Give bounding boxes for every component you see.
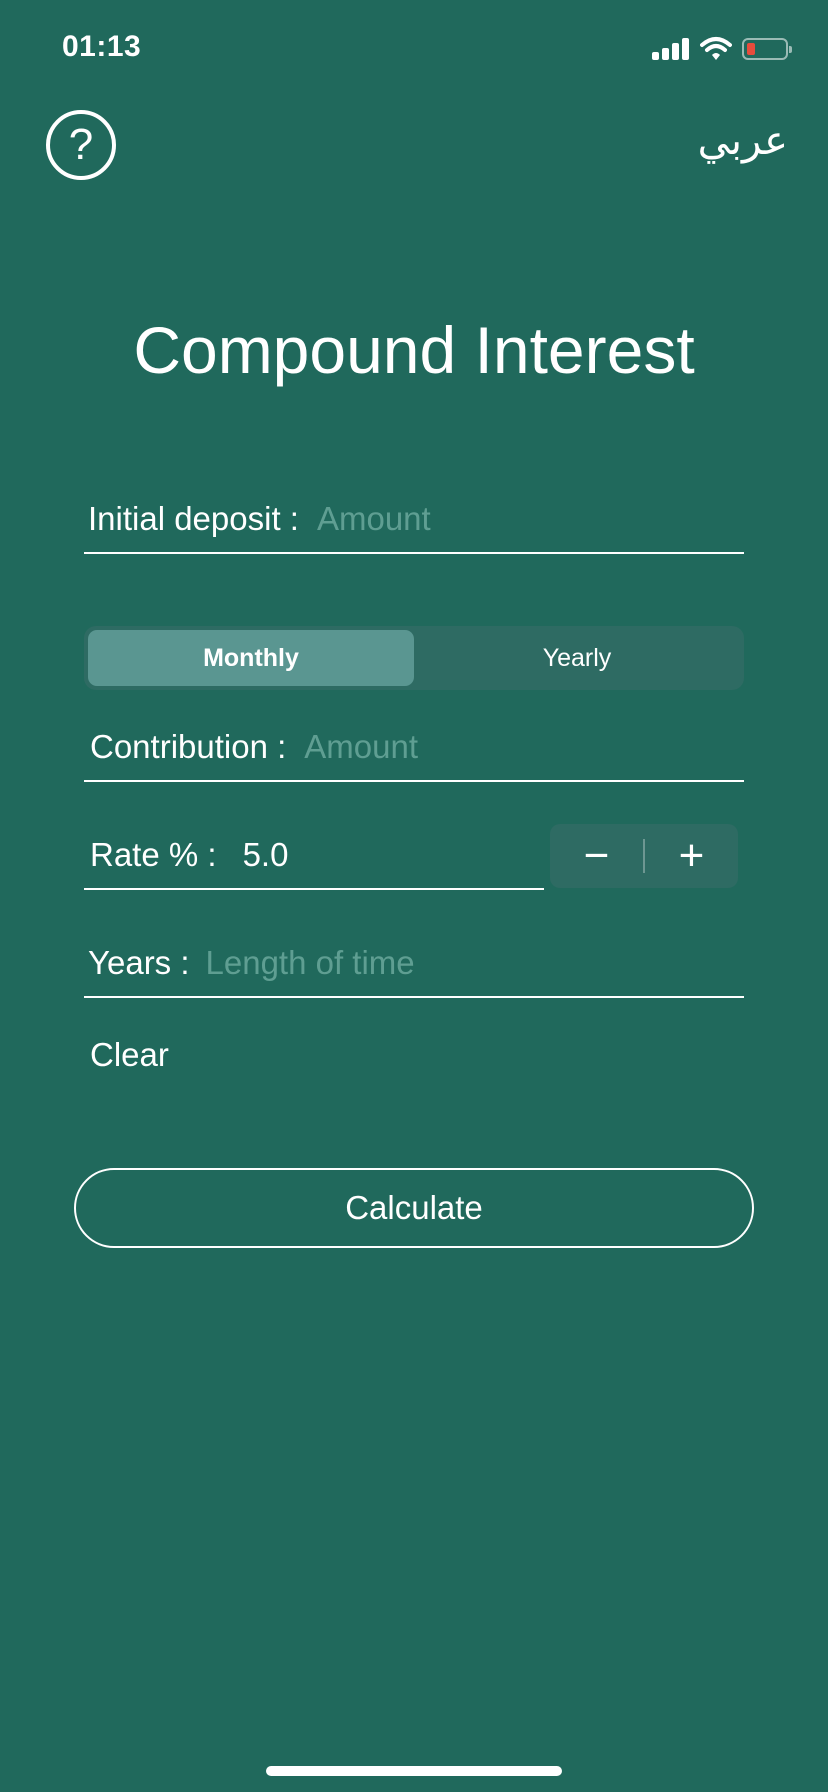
- decrement-button[interactable]: −: [550, 824, 643, 888]
- question-mark-circle-icon: ?: [68, 120, 94, 169]
- help-button[interactable]: ?: [46, 110, 116, 180]
- years-field[interactable]: Years : Length of time: [84, 930, 744, 998]
- frequency-segmented-control[interactable]: Monthly Yearly: [84, 626, 744, 690]
- battery-low-icon: [742, 38, 792, 60]
- page-title: Compound Interest: [133, 313, 695, 387]
- calculate-label: Calculate: [345, 1189, 483, 1226]
- home-indicator[interactable]: [266, 1766, 562, 1776]
- clear-button[interactable]: Clear: [90, 1036, 169, 1074]
- calculate-button[interactable]: Calculate: [74, 1168, 754, 1248]
- segment-monthly[interactable]: Monthly: [88, 630, 414, 686]
- segment-yearly[interactable]: Yearly: [414, 630, 740, 686]
- rate-stepper[interactable]: − +: [550, 824, 738, 888]
- initial-deposit-label: Initial deposit :: [88, 500, 299, 537]
- wifi-icon: [700, 36, 732, 62]
- cellular-signal-icon: [652, 36, 690, 60]
- initial-deposit-field[interactable]: Initial deposit : Amount: [84, 486, 744, 554]
- initial-deposit-input[interactable]: Amount: [317, 500, 431, 538]
- plus-icon: +: [678, 831, 705, 880]
- rate-label: Rate % :: [90, 836, 217, 873]
- years-label: Years :: [88, 944, 190, 981]
- increment-button[interactable]: +: [645, 824, 738, 888]
- status-time: 01:13: [62, 30, 142, 63]
- contribution-label: Contribution :: [90, 728, 287, 765]
- contribution-field[interactable]: Contribution : Amount: [84, 714, 744, 782]
- minus-icon: −: [583, 831, 610, 880]
- years-input[interactable]: Length of time: [206, 944, 415, 982]
- contribution-input[interactable]: Amount: [304, 728, 418, 766]
- rate-field[interactable]: Rate % : 5.0: [84, 822, 544, 890]
- language-toggle-button[interactable]: عربي: [698, 118, 788, 164]
- rate-input[interactable]: 5.0: [243, 836, 289, 874]
